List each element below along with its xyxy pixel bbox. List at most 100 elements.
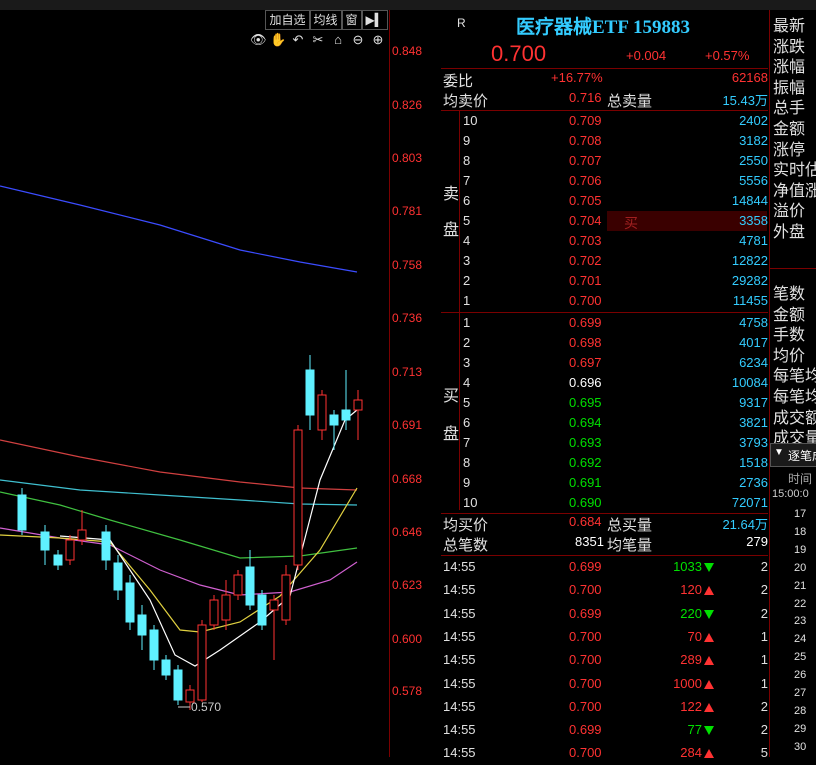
candle-body	[245, 566, 255, 606]
chevron-down-icon: ▼	[774, 447, 784, 458]
sell-level-row[interactable]: 5 0.704 3358	[441, 213, 768, 233]
tick-volume: 122	[680, 698, 702, 714]
candle-body	[101, 531, 111, 561]
level-number: 7	[463, 173, 471, 188]
buy-level-row[interactable]: 7 0.693 3793	[441, 435, 768, 455]
trade-detail-dropdown[interactable]: ▼ 逐笔成	[770, 443, 816, 467]
candle-body	[353, 399, 363, 411]
trade-row-number: 25	[794, 651, 807, 664]
sell-level-row[interactable]: 7 0.706 5556	[441, 173, 768, 193]
avg-sell-row: 均卖价 0.716 总卖量 15.43万	[443, 90, 768, 110]
kline-chart[interactable]: 加自选 均线 窗 ▶▍ 👁 ✋ ↶ ✂ ⌂ ⊖ ⊕ 0.848 0.826 0.80…	[0, 10, 440, 757]
tick-row: 14:55 0.699 220 2	[441, 606, 768, 626]
level-number: 5	[463, 395, 471, 410]
buy-level-row[interactable]: 4 0.696 10084	[441, 375, 768, 395]
candle-body	[173, 669, 183, 701]
tick-volume: 120	[680, 582, 702, 598]
ma-line-blue	[0, 185, 358, 273]
tick-time: 14:55	[443, 628, 476, 644]
sell-level-row[interactable]: 4 0.703 4781	[441, 233, 768, 253]
tick-row: 14:55 0.700 122 2	[441, 699, 768, 719]
right-info-panel: 最新 涨跌 涨幅 振幅 总手 金额 涨停 实时估 净值涨 溢价 外盘 笔数 金额 手数 均价 每笔均 每笔均成…	[769, 10, 816, 757]
buy-level-row[interactable]: 1 0.699 4758	[441, 315, 768, 335]
level-price: 0.696	[569, 375, 602, 390]
tick-price: 0.699	[569, 559, 602, 574]
level-price: 0.703	[569, 233, 602, 248]
sell-level-row[interactable]: 3 0.702 12822	[441, 253, 768, 273]
sell-level-row[interactable]: 8 0.707 2550	[441, 153, 768, 173]
y-tick-label: 0.758	[392, 258, 423, 272]
y-tick-label: 0.848	[392, 44, 423, 58]
tick-count: 2	[760, 559, 768, 574]
candle-body	[65, 539, 75, 561]
price-change-pct: +0.57%	[705, 48, 750, 63]
tick-volume: 220	[680, 605, 702, 621]
arrow-up-icon	[704, 749, 714, 759]
last-price: 0.700	[491, 41, 547, 66]
price-change: +0.004	[626, 48, 667, 63]
info-label: 外盘	[773, 224, 806, 241]
level-price: 0.698	[569, 335, 602, 350]
level-number: 1	[463, 315, 471, 330]
level-volume: 3182	[739, 133, 768, 148]
buy-level-row[interactable]: 8 0.692 1518	[441, 455, 768, 475]
level-price: 0.692	[569, 455, 602, 470]
tick-volume: 289	[680, 652, 702, 668]
candle-body	[77, 529, 87, 541]
candle-body	[233, 574, 243, 596]
sell-level-row[interactable]: 1 0.700 11455	[441, 293, 768, 313]
sell-level-row[interactable]: 9 0.708 3182	[441, 133, 768, 153]
candle-body	[329, 414, 339, 426]
level-volume: 3821	[739, 415, 768, 430]
buy-level-row[interactable]: 10 0.690 72071	[441, 495, 768, 515]
buy-level-row[interactable]: 3 0.697 6234	[441, 355, 768, 375]
tick-time: 14:55	[443, 675, 476, 691]
level-volume: 4781	[739, 233, 768, 248]
candle-body	[125, 582, 135, 623]
level-volume: 11455	[732, 293, 768, 308]
tick-price: 0.700	[569, 698, 602, 714]
level-number: 10	[463, 495, 478, 510]
y-tick-label: 0.781	[392, 204, 423, 218]
level-number: 8	[463, 153, 471, 168]
level-number: 2	[463, 273, 471, 288]
level-price: 0.709	[569, 113, 602, 128]
level-volume: 5556	[739, 173, 768, 188]
level-price: 0.708	[569, 133, 602, 148]
level-number: 5	[463, 213, 471, 228]
time-header: 时间	[788, 472, 813, 486]
level-number: 3	[463, 355, 471, 370]
trade-row-number: 17	[794, 508, 807, 520]
sell-level-row[interactable]: 6 0.705 14844	[441, 193, 768, 213]
tick-time: 14:55	[443, 559, 476, 574]
sell-level-row[interactable]: 10 0.709 2402	[441, 113, 768, 133]
level-price: 0.694	[569, 415, 602, 430]
level-price: 0.706	[569, 173, 602, 188]
level-volume: 4758	[739, 315, 768, 330]
tick-time: 14:55	[443, 722, 476, 738]
arrow-down-icon	[704, 726, 714, 736]
tick-row: 14:55 0.699 1033 2	[441, 559, 768, 579]
buy-level-row[interactable]: 5 0.695 9317	[441, 395, 768, 415]
tick-row: 14:55 0.700 1000 1	[441, 676, 768, 696]
tick-count: 2	[760, 722, 768, 738]
tick-count: 5	[760, 745, 768, 761]
level-volume: 10084	[731, 375, 768, 390]
tick-volume: 1000	[673, 675, 702, 691]
buy-level-row[interactable]: 6 0.694 3821	[441, 415, 768, 435]
level-volume: 29282	[731, 273, 768, 288]
ma-line-cyan	[0, 479, 358, 506]
level-number: 1	[463, 293, 471, 308]
divider	[441, 312, 768, 313]
top-bar	[0, 0, 816, 10]
buy-level-row[interactable]: 9 0.691 2736	[441, 475, 768, 495]
candle-body	[197, 624, 207, 701]
level-price: 0.691	[569, 475, 602, 490]
tick-row: 14:55 0.700 70 1	[441, 629, 768, 649]
sell-level-row[interactable]: 2 0.701 29282	[441, 273, 768, 293]
level-volume: 1518	[739, 455, 768, 470]
tick-row: 14:55 0.699 77 2	[441, 722, 768, 742]
buy-level-row[interactable]: 2 0.698 4017	[441, 335, 768, 355]
level-volume: 12822	[731, 253, 768, 268]
level-price: 0.701	[569, 273, 602, 288]
